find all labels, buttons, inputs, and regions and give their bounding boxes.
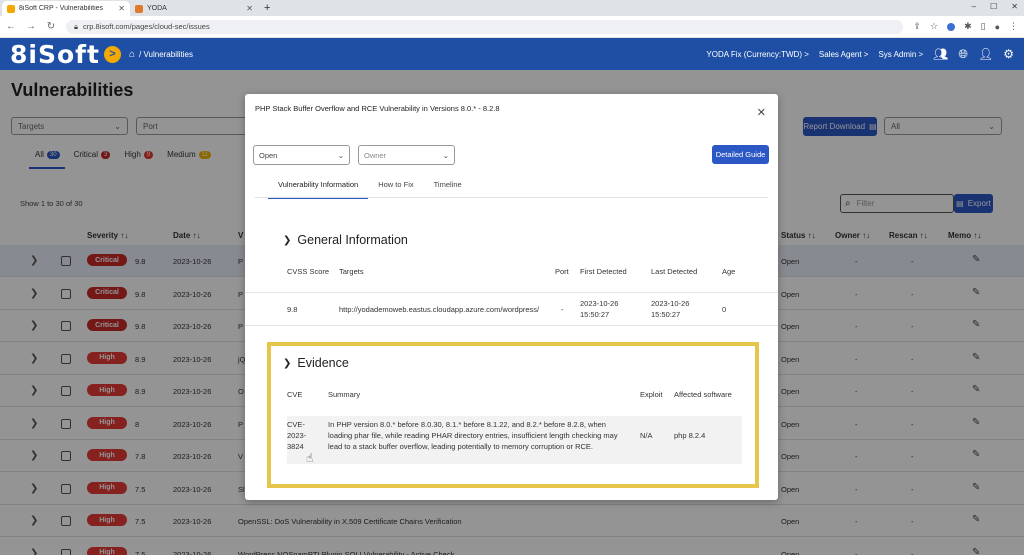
url-field[interactable]: 🔒︎ crp.8isoft.com/pages/cloud-sec/issues [66,19,904,34]
col-summary: Summary [328,390,361,399]
header-menu-sales-agent[interactable]: Sales Agent > [819,50,869,59]
browser-tab-bar: 8iSoft CRP - Vulnerabilities ✕ YODA ✕ + … [0,0,1024,16]
breadcrumb: ⌂ / Vulnerabilities [129,49,193,60]
summary-line-3: lead to a stack buffer overflow, leading… [328,442,593,451]
col-age: Age [722,267,736,276]
new-tab-button[interactable]: + [258,1,276,16]
back-arrow-icon[interactable]: ← [6,21,16,32]
col-affected-software: Affected software [674,390,732,399]
url-text: crp.8isoft.com/pages/cloud-sec/issues [83,22,210,31]
close-window-icon[interactable]: ✕ [1011,2,1018,11]
evidence-header[interactable]: ❯ Evidence [283,356,349,370]
affected-software-value: php 8.2.4 [674,431,706,440]
vulnerability-detail-modal: PHP Stack Buffer Overflow and RCE Vulner… [245,94,778,500]
evidence-section: ❯ Evidence CVE Summary Exploit Affected … [267,342,759,488]
cve-id-part2[interactable]: 2023- [287,430,306,441]
target-url[interactable]: http://yodademoweb.eastus.cloudapp.azure… [339,305,539,315]
tab-how-to-fix[interactable]: How to Fix [368,178,423,199]
reload-icon[interactable]: ↻ [46,21,56,32]
last-detected-date: 2023-10-26 [651,299,690,308]
cvss-score-value: 9.8 [287,305,298,314]
general-information-header[interactable]: ❯ General Information [283,233,408,247]
minimize-icon[interactable]: – [972,2,976,11]
menu-toggle-button[interactable]: > [103,45,121,63]
owner-select[interactable]: Owner ⌄ [358,145,455,165]
tab-title: 8iSoft CRP - Vulnerabilities [19,5,104,12]
globe-icon[interactable]: 🌐︎ [958,47,968,62]
summary-line-2: loading phar file, while reading PHAR di… [328,431,618,440]
modal-title: PHP Stack Buffer Overflow and RCE Vulner… [255,104,500,113]
section-title: General Information [297,233,408,247]
user-icon[interactable]: 👤︎ [978,47,993,61]
window-controls: – ☐ ✕ [972,2,1018,11]
tab-timeline[interactable]: Timeline [424,178,472,199]
evidence-row: CVE- 2023- 3824 In PHP version 8.0.* bef… [287,416,742,464]
section-title: Evidence [297,356,349,370]
chevron-down-icon: ⌄ [337,150,344,160]
share-icon[interactable]: ⇪ [913,21,921,32]
home-icon[interactable]: ⌂ [129,49,135,60]
col-cve: CVE [287,390,303,399]
col-first-detected: First Detected [580,267,627,276]
status-select[interactable]: Open ⌄ [253,145,350,165]
app-header: 8iSoft > ⌂ / Vulnerabilities YODA Fix (C… [0,38,1024,70]
profile-icon[interactable]: ● [995,22,1000,32]
age-value: 0 [722,305,727,314]
cve-id-part3[interactable]: 3824 [287,441,304,452]
owner-select-value: Owner [364,150,387,160]
kebab-menu-icon[interactable]: ⋮ [1009,21,1018,32]
exploit-value: N/A [640,431,653,440]
lock-icon: 🔒︎ [74,21,78,31]
cve-id-part1[interactable]: CVE- [287,419,305,430]
puzzle-icon[interactable]: ✱ [964,21,972,32]
general-info-row: 9.8 http://yodademoweb.eastus.cloudapp.a… [245,292,778,326]
first-detected-time: 15:50:27 [580,310,610,319]
first-detected-date: 2023-10-26 [580,299,619,308]
col-port: Port [555,267,569,276]
users-icon[interactable]: 👥︎ [933,47,948,61]
port-value: - [561,305,564,314]
extension-icons: ⇪ ☆ ✱ ▯ ● ⋮ [913,21,1018,32]
close-tab-icon[interactable]: ✕ [118,4,125,13]
chevron-down-icon: ⌄ [442,150,449,160]
summary-line-1: In PHP version 8.0.* before 8.0.30, 8.1.… [328,420,606,429]
tabs-divider [255,197,768,198]
chevron-right-icon: ❯ [283,357,292,369]
extension-icon[interactable] [947,22,956,31]
tab-title: YODA [147,5,167,12]
detailed-guide-button[interactable]: Detailed Guide [712,145,769,164]
hand-cursor-icon: ☝ [306,451,314,465]
tab-vulnerability-information[interactable]: Vulnerability Information [268,178,369,199]
sidebar-icon[interactable]: ▯ [981,21,986,32]
col-last-detected: Last Detected [651,267,698,276]
yoda-favicon-icon [135,4,143,13]
star-icon[interactable]: ☆ [930,21,938,32]
browser-tab-yoda[interactable]: YODA ✕ [130,1,258,16]
browser-tab-crp[interactable]: 8iSoft CRP - Vulnerabilities ✕ [2,1,130,16]
col-targets: Targets [339,267,364,276]
header-menu: YODA Fix (Currency:TWD) > Sales Agent > … [706,47,1014,62]
maximize-icon[interactable]: ☐ [990,2,997,11]
col-cvss-score: CVSS Score [287,267,330,276]
close-tab-icon[interactable]: ✕ [246,4,253,13]
col-exploit: Exploit [640,390,663,399]
header-menu-sys-admin[interactable]: Sys Admin > [878,50,923,59]
last-detected-time: 15:50:27 [651,310,681,319]
breadcrumb-current: / Vulnerabilities [139,49,193,59]
gear-icon[interactable]: ⚙ [1003,47,1014,61]
header-menu-currency[interactable]: YODA Fix (Currency:TWD) > [706,50,808,59]
modal-tabs: Vulnerability Information How to Fix Tim… [268,178,472,199]
close-icon[interactable]: ✕ [757,106,766,119]
address-bar: ← → ↻ 🔒︎ crp.8isoft.com/pages/cloud-sec/… [0,16,1024,38]
forward-arrow-icon[interactable]: → [26,21,36,32]
crp-favicon-icon [7,4,15,13]
status-select-value: Open [259,150,278,160]
chevron-right-icon: ❯ [283,234,292,246]
brand-logo[interactable]: 8iSoft [10,40,100,69]
